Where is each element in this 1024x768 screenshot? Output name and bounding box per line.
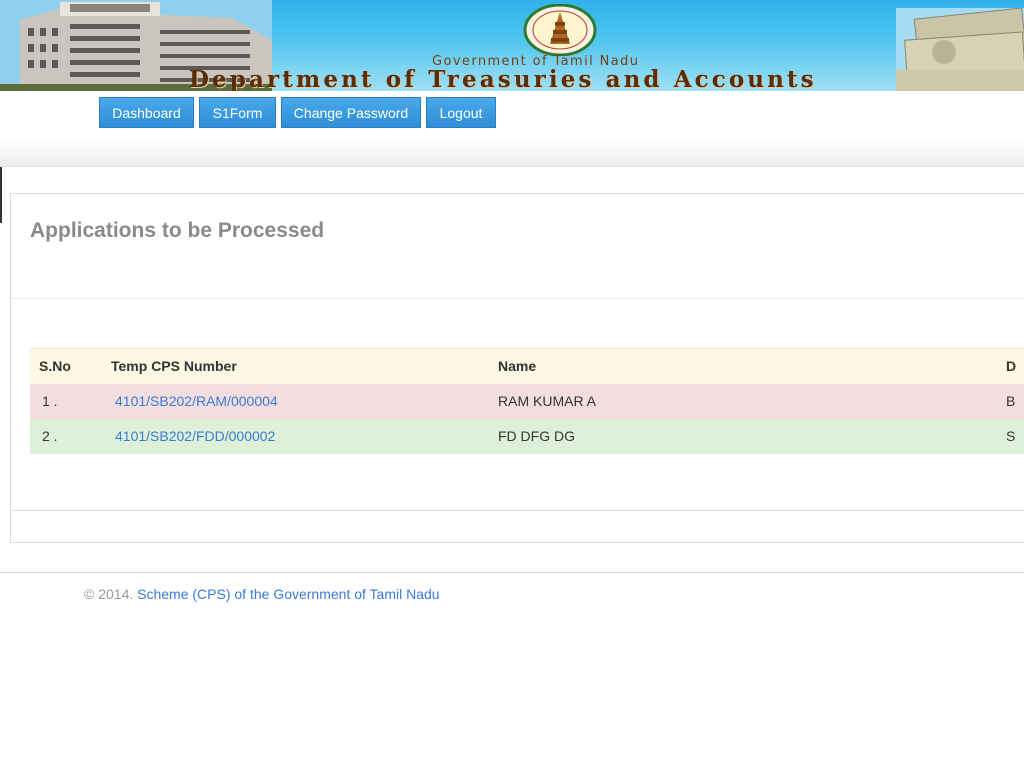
row-extra: S bbox=[1006, 418, 1024, 454]
page-footer-divider bbox=[0, 572, 1024, 573]
row-name: RAM KUMAR A bbox=[498, 383, 1006, 419]
header-name: Name bbox=[498, 348, 1006, 384]
table-header-row: S.No Temp CPS Number Name D bbox=[30, 348, 1024, 384]
table-row: 1 . 4101/SB202/RAM/000004 RAM KUMAR A B bbox=[30, 383, 1024, 419]
left-edge-stripe bbox=[0, 167, 2, 223]
header-temp-cps-number: Temp CPS Number bbox=[111, 348, 498, 384]
copyright-text: © 2014. bbox=[84, 586, 134, 602]
applications-table: S.No Temp CPS Number Name D 1 . 4101/SB2… bbox=[30, 348, 1024, 454]
row-cps-cell: 4101/SB202/FDD/000002 bbox=[111, 418, 498, 454]
s1form-button[interactable]: S1Form bbox=[199, 97, 276, 128]
panel-footer-divider bbox=[11, 510, 1024, 511]
scheme-link[interactable]: Scheme (CPS) of the Government of Tamil … bbox=[137, 586, 439, 602]
row-extra: B bbox=[1006, 383, 1024, 419]
panel-divider bbox=[11, 298, 1024, 299]
row-sno: 2 . bbox=[30, 418, 111, 454]
page-title: Applications to be Processed bbox=[30, 219, 325, 242]
applications-panel: Applications to be Processed S.No Temp C… bbox=[10, 193, 1024, 543]
row-sno: 1 . bbox=[30, 383, 111, 419]
header-banner: Government of Tamil Nadu Department of T… bbox=[0, 0, 1024, 91]
currency-notes-image bbox=[896, 8, 1024, 91]
cps-number-link[interactable]: 4101/SB202/RAM/000004 bbox=[115, 393, 278, 409]
row-name: FD DFG DG bbox=[498, 418, 1006, 454]
dashboard-button[interactable]: Dashboard bbox=[99, 97, 194, 128]
table-row: 2 . 4101/SB202/FDD/000002 FD DFG DG S bbox=[30, 418, 1024, 454]
page-footer: © 2014. Scheme (CPS) of the Government o… bbox=[84, 586, 440, 602]
header-extra: D bbox=[1006, 348, 1024, 384]
change-password-button[interactable]: Change Password bbox=[281, 97, 421, 128]
logout-button[interactable]: Logout bbox=[426, 97, 496, 128]
row-cps-cell: 4101/SB202/RAM/000004 bbox=[111, 383, 498, 419]
header-sno: S.No bbox=[30, 348, 111, 384]
cps-number-link[interactable]: 4101/SB202/FDD/000002 bbox=[115, 428, 275, 444]
navigation-bar: Dashboard S1Form Change Password Logout bbox=[0, 91, 1024, 167]
department-title: Department of Treasuries and Accounts bbox=[189, 66, 817, 91]
tamil-nadu-emblem-icon bbox=[523, 4, 597, 56]
